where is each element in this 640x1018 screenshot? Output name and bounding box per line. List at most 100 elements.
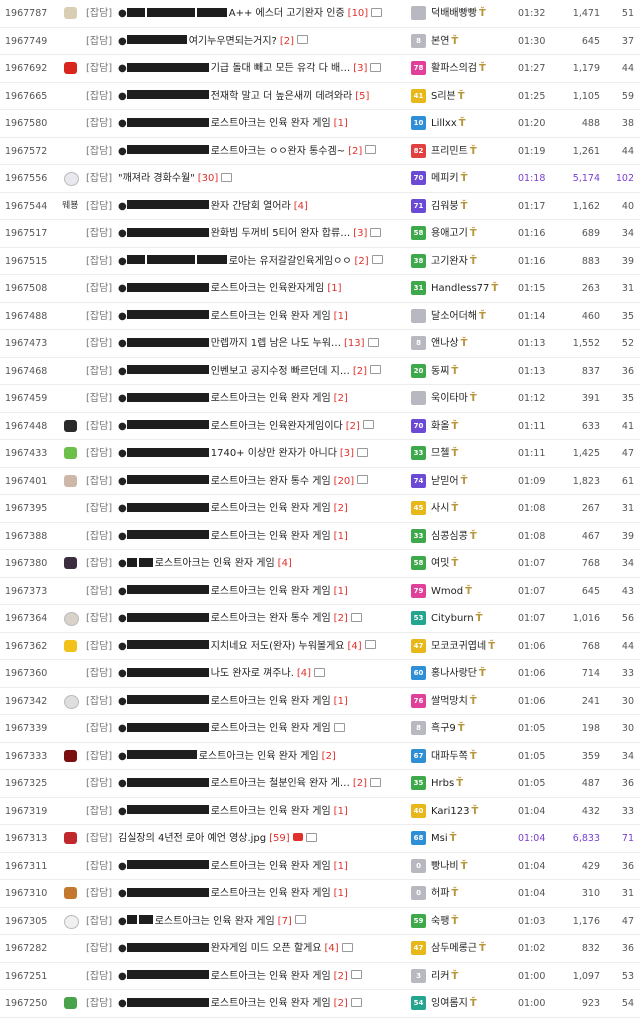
post-category[interactable]: [잡담] (86, 825, 112, 852)
post-category[interactable]: [잡담] (86, 220, 112, 247)
post-category[interactable]: [잡담] (86, 358, 112, 385)
comment-count[interactable]: [2] (280, 36, 294, 47)
post-category[interactable]: [잡담] (86, 55, 112, 82)
author-nickname[interactable]: 삼두메롱근 Ť (431, 935, 486, 962)
author-nickname[interactable]: 낟믿어 Ť (431, 468, 467, 495)
comment-count[interactable]: [3] (353, 228, 367, 239)
post-category[interactable]: [잡담] (86, 770, 112, 797)
post-category[interactable]: [잡담] (86, 688, 112, 715)
table-row[interactable]: 1967311 [잡담] ● 로스트아크는 인육 완자 게임 [1] 0 빵나비 Ť 01:04… (0, 853, 640, 880)
author-nickname[interactable]: Msi Ť (431, 825, 456, 852)
table-row[interactable]: 1967360 [잡담] ● 나도 완자로 껴주나. [4] 60 홍나사랑단 Ť 01:06 7… (0, 660, 640, 688)
post-title-link[interactable]: 김실장의 4년전 로아 예언 영상.jpg [59] (118, 825, 317, 852)
comment-count[interactable]: [13] (344, 338, 365, 349)
post-title-link[interactable]: ● 인벤보고 공지수정 빠르던데 지… [2] (118, 358, 382, 385)
table-row[interactable]: 1967580 [잡담] ● 로스트아크는 인육 완자 게임 [1] 10 Lillxx Ť 0… (0, 110, 640, 138)
comment-count[interactable]: [10] (348, 8, 369, 19)
post-category[interactable]: [잡담] (86, 880, 112, 907)
comment-count[interactable]: [3] (353, 63, 367, 74)
comment-count[interactable]: [5] (355, 91, 369, 102)
author-nickname[interactable]: 용애고기 Ť (431, 220, 477, 247)
post-title-link[interactable]: ● 1740+ 이상만 완자가 아니다 [3] (118, 440, 369, 467)
table-row[interactable]: 1967342 [잡담] ● 로스트아크는 인육 완자 게임 [1] 76 쌀먹망치 Ť 01:… (0, 688, 640, 715)
comment-count[interactable]: [1] (334, 586, 348, 597)
post-category[interactable]: [잡담] (86, 165, 112, 192)
table-row[interactable]: 1967380 [잡담] ● 로스트아크는 인육 완자 게임 [4] 58 여밋 Ť 01:07… (0, 550, 640, 578)
post-category[interactable]: [잡담] (86, 495, 112, 522)
post-title-link[interactable]: ● 로스트아크는 철분인육 완자 게… [2] (118, 770, 382, 797)
table-row[interactable]: 1967313 [잡담] 김실장의 4년전 로아 예언 영상.jpg [59] 68 Ms… (0, 825, 640, 853)
post-title-link[interactable]: ● 로스트아크는 인육 완자 게임 (118, 715, 345, 742)
table-row[interactable]: 1967692 [잡담] ● 기급 돌대 빼고 모든 유각 다 배… [3] 78 활파스의… (0, 55, 640, 83)
table-row[interactable]: 1967787 [잡담] ● A++ 에스더 고기완자 인증 [10] 덕배배빵빵 Ť 01:… (0, 0, 640, 28)
author-nickname[interactable]: Cityburn Ť (431, 605, 482, 632)
post-title-link[interactable]: ● 나도 완자로 껴주나. [4] (118, 660, 326, 687)
post-category[interactable]: [잡담] (86, 28, 112, 55)
table-row[interactable]: 1967310 [잡담] ● 로스트아크는 인육 완자 게임 [1] 0 허파 Ť 01:04 3… (0, 880, 640, 908)
author-nickname[interactable]: 숙팽 Ť (431, 908, 458, 935)
author-nickname[interactable]: 홍나사랑단 Ť (431, 660, 486, 687)
table-row[interactable]: 1967468 [잡담] ● 인벤보고 공지수정 빠르던데 지… [2] 20 동찌 Ť 01:… (0, 358, 640, 385)
author-nickname[interactable]: 욱이타마 Ť (431, 385, 477, 412)
author-nickname[interactable]: 메피키 Ť (431, 165, 467, 192)
post-title-link[interactable]: ● 로스트아크는 인육 완자 게임 [2] (118, 743, 336, 770)
comment-count[interactable]: [1] (334, 311, 348, 322)
table-row[interactable]: 1967388 [잡담] ● 로스트아크는 인육 완자 게임 [1] 33 심콩심콩 Ť 01:… (0, 523, 640, 550)
table-row[interactable]: 1967572 [잡담] ● 로스트아크는 ㅇㅇ완자 통수겜~ [2] 82 프리민트 Ť 01… (0, 138, 640, 165)
post-title-link[interactable]: ● 로스트아크는 완자 통수 게임 [20] (118, 468, 369, 495)
table-row[interactable]: 1967250 [잡담] ● 로스트아크는 인육 완자 게임 [2] 54 잉여롬지 Ť 01:… (0, 990, 640, 1018)
table-row[interactable]: 1967362 [잡담] ● 지치네요 저도(완자) 누워볼게요 [4] 47 모코코귀엽네… (0, 633, 640, 660)
author-nickname[interactable]: 본연 Ť (431, 28, 458, 55)
table-row[interactable]: 1967373 [잡담] ● 로스트아크는 인육 완자 게임 [1] 79 Wmod Ť 01:… (0, 578, 640, 605)
post-title-link[interactable]: ● 로스트아크는 인육 완자 게임 [7] (118, 908, 306, 935)
post-title-link[interactable]: ● 로스트아크는 인육 완자 게임 [2] (118, 963, 362, 990)
post-category[interactable]: [잡담] (86, 715, 112, 742)
author-nickname[interactable]: 김워붕 Ť (431, 193, 467, 220)
author-nickname[interactable]: 사시 Ť (431, 495, 458, 522)
table-row[interactable]: 1967749 [잡담] ● 여기누우면되는거지? [2] 8 본연 Ť 01:30 645 37 (0, 28, 640, 55)
post-title-link[interactable]: ● 로스트아크는 인육완자게임 [1] (118, 275, 342, 302)
post-title-link[interactable]: ● 로스트아크는 인육 완자 게임 [1] (118, 880, 348, 907)
author-nickname[interactable]: 모코코귀엽네 Ť (431, 633, 495, 660)
post-category[interactable]: [잡담] (86, 0, 112, 27)
table-row[interactable]: 1967544 웨뵹 [잡담] ● 완자 간담회 열어라 [4] 71 김워붕 Ť 01:17 1,… (0, 193, 640, 220)
post-title-link[interactable]: ● 로스트아크는 인육 완자 게임 [1] (118, 853, 348, 880)
author-nickname[interactable]: 덕배배빵빵 Ť (431, 0, 486, 27)
table-row[interactable]: 1967325 [잡담] ● 로스트아크는 철분인육 완자 게… [2] 35 Hrbs Ť 0… (0, 770, 640, 798)
comment-count[interactable]: [2] (353, 366, 367, 377)
post-category[interactable]: [잡담] (86, 990, 112, 1017)
author-nickname[interactable]: 화올 Ť (431, 413, 458, 440)
table-row[interactable]: 1967515 [잡담] ● 로아는 유저갈갈인육게임ㅇㅇ [2] 38 고기완자 Ť 01:1… (0, 248, 640, 275)
comment-count[interactable]: [4] (324, 943, 338, 954)
post-category[interactable]: [잡담] (86, 303, 112, 330)
table-row[interactable]: 1967364 [잡담] ● 로스트아크는 완자 통수 게임 [2] 53 Cityburn… (0, 605, 640, 633)
author-nickname[interactable]: 잉여롬지 Ť (431, 990, 477, 1017)
post-category[interactable]: [잡담] (86, 83, 112, 110)
post-title-link[interactable]: ● 로스트아크는 완자 통수 게임 [2] (118, 605, 362, 632)
author-nickname[interactable]: 흑구9 Ť (431, 715, 465, 742)
post-title-link[interactable]: ● 로스트아크는 인육 완자 게임 [1] (118, 303, 348, 330)
post-category[interactable]: [잡담] (86, 908, 112, 935)
post-title-link[interactable]: ● 지치네요 저도(완자) 누워볼게요 [4] (118, 633, 376, 660)
table-row[interactable]: 1967251 [잡담] ● 로스트아크는 인육 완자 게임 [2] 3 리커 Ť 01:00 1… (0, 963, 640, 990)
author-nickname[interactable]: 앤나상 Ť (431, 330, 467, 357)
table-row[interactable]: 1967459 [잡담] ● 로스트아크는 인육 완자 게임 [2] 욱이타마 Ť 01:12… (0, 385, 640, 413)
comment-count[interactable]: [20] (334, 476, 355, 487)
author-nickname[interactable]: 고기완자 Ť (431, 248, 477, 275)
author-nickname[interactable]: Handless77 Ť (431, 275, 498, 302)
post-category[interactable]: [잡담] (86, 413, 112, 440)
comment-count[interactable]: [2] (334, 613, 348, 624)
comment-count[interactable]: [30] (198, 173, 219, 184)
post-category[interactable]: [잡담] (86, 798, 112, 825)
table-row[interactable]: 1967508 [잡담] ● 로스트아크는 인육완자게임 [1] 31 Handless77… (0, 275, 640, 303)
author-nickname[interactable]: 달소어더해 Ť (431, 303, 486, 330)
table-row[interactable]: 1967395 [잡담] ● 로스트아크는 인육 완자 게임 [2] 45 사시 Ť 01:08… (0, 495, 640, 523)
table-row[interactable]: 1967433 [잡담] ● 1740+ 이상만 완자가 아니다 [3] 33 므첼 Ť 01:… (0, 440, 640, 468)
post-title-link[interactable]: ● 완자 간담회 열어라 [4] (118, 193, 308, 220)
post-title-link[interactable]: ● 만렙까지 1렙 남은 나도 누워… [13] (118, 330, 379, 357)
post-category[interactable]: [잡담] (86, 385, 112, 412)
table-row[interactable]: 1967665 [잡담] ● 전재학 말고 더 높은새끼 데려와라 [5] 41 S리븐 Ť 0… (0, 83, 640, 110)
comment-count[interactable]: [3] (340, 448, 354, 459)
post-category[interactable]: [잡담] (86, 138, 112, 165)
comment-count[interactable]: [1] (334, 531, 348, 542)
